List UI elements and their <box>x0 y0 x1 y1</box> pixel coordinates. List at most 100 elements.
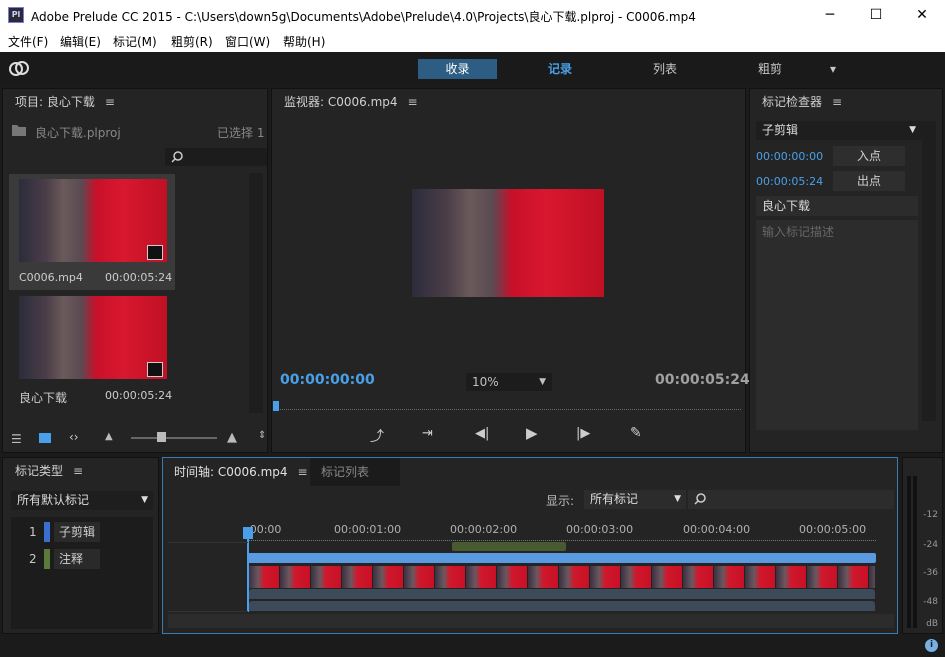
in-point-button[interactable]: 入点 <box>833 146 905 166</box>
meter-bar-left <box>907 476 911 628</box>
playhead[interactable] <box>273 401 279 411</box>
meter-bar-right <box>913 476 917 628</box>
list-view-icon[interactable]: ☰ <box>11 432 22 446</box>
menu-help[interactable]: 帮助(H) <box>283 33 325 50</box>
clip-item[interactable]: C0006.mp4 00:00:05:24 <box>9 174 175 290</box>
chevron-down-icon: ▼ <box>539 377 546 387</box>
export-frame-icon[interactable]: ⤴ <box>370 426 384 446</box>
audio-track-2[interactable] <box>249 601 875 611</box>
project-panel: 项目: 良心下载 ≡ 良心下载.plproj 已选择 1 C0006.mp4 00… <box>2 88 268 453</box>
panel-menu-icon[interactable]: ≡ <box>298 458 308 486</box>
out-point-button[interactable]: 出点 <box>833 171 905 191</box>
inspector-header: 标记检查器 ≡ <box>750 89 942 115</box>
marker-type-comment-button[interactable]: 注释 <box>54 549 100 569</box>
step-back-icon[interactable]: ◀| <box>475 426 489 441</box>
chevron-down-icon: ▼ <box>674 494 681 504</box>
timeline-tab[interactable]: 时间轴: C0006.mp4 ≡ <box>163 458 310 486</box>
zoom-in-icon[interactable]: ▲ <box>227 430 237 445</box>
out-point-timecode[interactable]: 00:00:05:24 <box>756 175 823 188</box>
panel-menu-icon[interactable]: ≡ <box>408 89 418 115</box>
step-marker-icon[interactable]: ⇥ <box>422 426 433 441</box>
search-icon <box>694 493 706 505</box>
meter-label: -36 <box>923 568 938 578</box>
wrench-icon[interactable]: ✎ <box>630 425 642 441</box>
panel-menu-icon[interactable]: ≡ <box>105 89 115 115</box>
workspace-log-tab[interactable]: 记录 <box>530 59 590 79</box>
selection-count: 已选择 1 <box>217 126 265 140</box>
title-bar: Pl Adobe Prelude CC 2015 - C:\Users\down… <box>0 0 945 31</box>
zoom-select[interactable]: 10% ▼ <box>466 373 552 391</box>
subclip-badge-icon <box>147 245 163 260</box>
workspace-rough-cut-tab[interactable]: 粗剪 <box>740 59 800 79</box>
panel-menu-icon[interactable]: ≡ <box>832 89 842 115</box>
meter-label: -12 <box>923 510 938 520</box>
workspace-ingest-tab[interactable]: 收录 <box>418 59 497 79</box>
clip-name: C0006.mp4 <box>19 271 83 284</box>
workspace-list-tab[interactable]: 列表 <box>635 59 695 79</box>
menu-marker[interactable]: 标记(M) <box>113 33 157 50</box>
step-forward-icon[interactable]: |▶ <box>576 426 590 441</box>
meter-label: -24 <box>923 540 938 550</box>
menu-bar: 文件(F) 编辑(E) 标记(M) 粗剪(R) 窗口(W) 帮助(H) <box>0 31 945 52</box>
end-timecode: 00:00:05:24 <box>655 372 750 388</box>
marker-inspector-panel: 标记检查器 ≡ 子剪辑 ▼ 00:00:00:00 入点 00:00:05:24 出… <box>749 88 943 453</box>
marker-description-input[interactable]: 输入标记描述 <box>756 220 918 430</box>
panel-menu-icon[interactable]: ≡ <box>73 458 83 484</box>
project-panel-title: 项目: 良心下载 <box>15 95 95 109</box>
clip-item[interactable]: 良心下载 00:00:05:24 <box>9 294 175 410</box>
folder-icon <box>12 125 26 136</box>
marker-type-select[interactable]: 子剪辑 ▼ <box>756 121 922 140</box>
workspace-more-chevron-icon[interactable]: ▾ <box>823 59 843 79</box>
icon-view-icon[interactable] <box>39 433 51 443</box>
marker-type-subclip-button[interactable]: 子剪辑 <box>54 522 100 542</box>
maximize-button[interactable]: ☐ <box>853 0 899 31</box>
close-button[interactable]: ✕ <box>899 0 945 31</box>
clip-thumbnail <box>19 179 167 262</box>
timeline-ruler[interactable] <box>248 540 876 541</box>
track-headers <box>168 542 248 612</box>
marker-name-input[interactable]: 良心下载 <box>756 196 918 216</box>
sort-icon[interactable]: ‹› <box>69 430 79 444</box>
info-icon[interactable]: i <box>925 639 938 652</box>
ruler-tick-label: 00:00:04:00 <box>683 523 751 536</box>
inspector-scrollbar[interactable] <box>922 121 936 421</box>
project-file-name: 良心下载.plproj <box>35 126 121 140</box>
ruler-tick-label: 00:00:01:00 <box>334 523 402 536</box>
clip-name: 良心下载 <box>19 391 68 405</box>
project-panel-header: 项目: 良心下载 ≡ <box>3 89 267 115</box>
timeline-scrollbar[interactable] <box>168 614 894 628</box>
zoom-out-icon[interactable]: ▲ <box>105 431 113 442</box>
comment-marker-bar[interactable] <box>452 542 566 551</box>
monitor-time-ruler[interactable] <box>276 409 741 410</box>
play-icon[interactable]: ▶ <box>526 424 538 442</box>
marker-filter-select[interactable]: 所有默认标记 ▼ <box>11 491 153 510</box>
timeline-search-input[interactable] <box>688 490 894 509</box>
menu-window[interactable]: 窗口(W) <box>225 33 270 50</box>
video-preview <box>412 189 604 297</box>
marker-list-tab[interactable]: 标记列表 <box>310 458 400 486</box>
ruler-tick-label: 00:00:03:00 <box>566 523 634 536</box>
slider-handle[interactable] <box>157 432 166 442</box>
current-timecode[interactable]: 00:00:00:00 <box>280 372 375 388</box>
subclip-marker-bar[interactable] <box>248 553 876 563</box>
show-markers-select[interactable]: 所有标记 ▼ <box>584 490 686 509</box>
menu-file[interactable]: 文件(F) <box>8 33 48 50</box>
scroll-arrows-icon[interactable]: ⇕ <box>258 430 266 441</box>
menu-edit[interactable]: 编辑(E) <box>60 33 101 50</box>
clip-duration: 00:00:05:24 <box>105 389 173 402</box>
show-markers-value: 所有标记 <box>590 492 639 506</box>
rough-cut-badge-icon <box>147 362 163 377</box>
zoom-value: 10% <box>472 375 499 389</box>
clip-duration: 00:00:05:24 <box>105 271 173 284</box>
minimize-button[interactable]: ─ <box>807 0 853 31</box>
monitor-panel-header: 监视器: C0006.mp4 ≡ <box>272 89 745 115</box>
thumbnail-size-slider[interactable] <box>131 437 217 439</box>
video-track-filmstrip[interactable] <box>249 566 875 588</box>
project-scrollbar[interactable] <box>249 173 263 413</box>
audio-track-1[interactable] <box>249 589 875 599</box>
project-search-input[interactable] <box>165 148 267 166</box>
menu-rough-cut[interactable]: 粗剪(R) <box>171 33 213 50</box>
creative-cloud-icon[interactable] <box>8 60 30 76</box>
inspector-title: 标记检查器 <box>762 95 823 109</box>
in-point-timecode[interactable]: 00:00:00:00 <box>756 150 823 163</box>
